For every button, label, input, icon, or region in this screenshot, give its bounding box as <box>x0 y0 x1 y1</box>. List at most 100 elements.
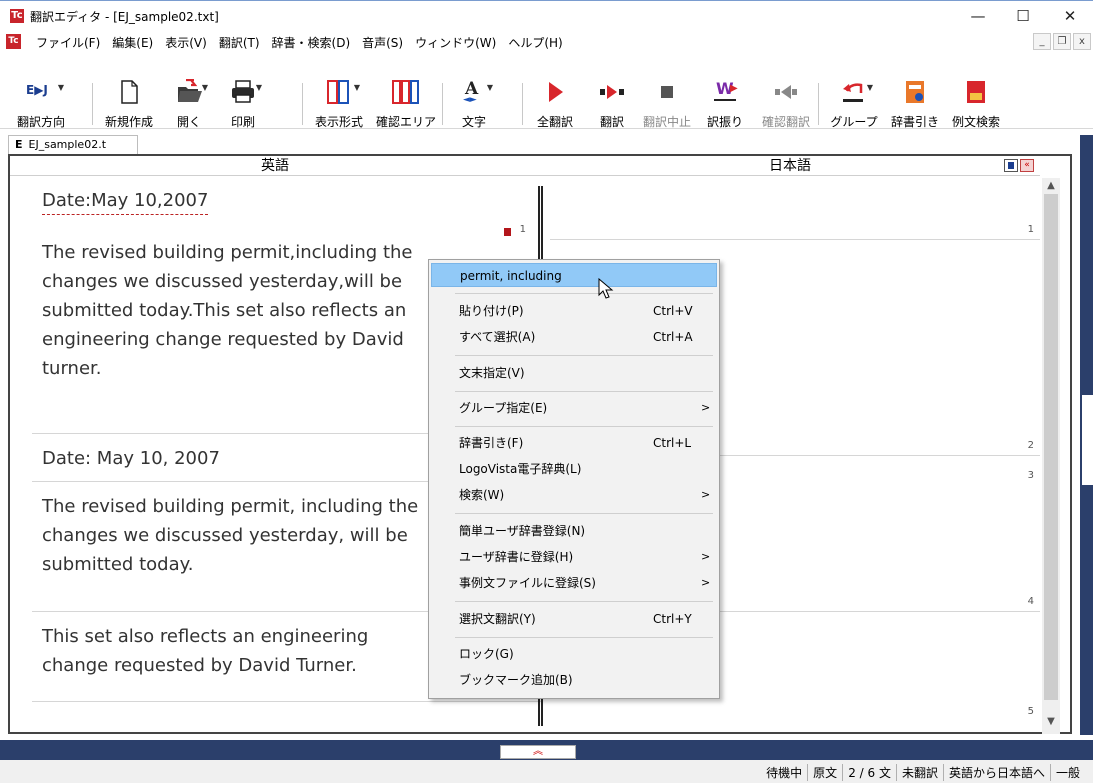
close-button[interactable]: ✕ <box>1047 1 1093 32</box>
menu-file[interactable]: ファイル(F) <box>30 34 106 51</box>
expand-panel-icon[interactable]: ︽ <box>500 745 576 759</box>
menu-view[interactable]: 表示(V) <box>159 34 213 51</box>
collapse-left-icon[interactable]: « <box>1020 159 1034 172</box>
confirm-area-label: 確認エリア <box>375 115 436 129</box>
print-label: 印刷 <box>230 115 255 129</box>
segment-number: 4 <box>1027 596 1034 607</box>
confirm-area-button[interactable]: 確認エリア <box>374 79 438 129</box>
stop-button[interactable]: 翻訳中止 <box>636 79 698 129</box>
mdi-restore-button[interactable]: ❐ <box>1053 33 1071 50</box>
segment-number: 1 <box>1027 224 1034 235</box>
menu-item-selection-text[interactable]: permit, including <box>431 263 717 287</box>
menu-item-translate-selected[interactable]: 選択文翻訳(Y) Ctrl+Y <box>431 607 717 631</box>
target-row-1[interactable]: 1 <box>550 178 1040 240</box>
document-icon[interactable]: Tc <box>6 34 21 49</box>
translate-label: 翻訳 <box>599 115 624 129</box>
submenu-arrow-icon: > <box>701 401 711 414</box>
translate-all-button[interactable]: 全翻訳 <box>528 79 582 129</box>
group-button[interactable]: ▼ グループ <box>824 79 884 129</box>
font-icon: A ◄► ▼ <box>463 79 493 105</box>
segment-1[interactable]: Date:May 10,2007 <box>32 186 542 220</box>
confirm-translation-button[interactable]: 確認翻訳 <box>756 79 816 129</box>
menu-help[interactable]: ヘルプ(H) <box>502 34 568 51</box>
menu-bar: Tc ファイル(F) 編集(E) 表示(V) 翻訳(T) 辞書・検索(D) 音声… <box>0 31 1093 53</box>
scrollbar-thumb[interactable] <box>1044 194 1058 700</box>
menu-item-simple-user-dict[interactable]: 簡単ユーザ辞書登録(N) <box>431 519 717 543</box>
stop-label: 翻訳中止 <box>642 115 691 129</box>
pane-toggle-icon[interactable] <box>1004 159 1018 172</box>
vertical-scrollbar[interactable]: ▲ ▼ <box>1042 178 1060 734</box>
menu-item-group-assign[interactable]: グループ指定(E) > <box>431 396 717 420</box>
print-button[interactable]: ▼ 印刷 <box>218 79 268 129</box>
open-folder-icon: ▼ <box>174 78 208 105</box>
menu-item-sentence-end[interactable]: 文末指定(V) <box>431 361 717 385</box>
menu-item-search[interactable]: 検索(W) > <box>431 483 717 507</box>
status-source: 原文 <box>807 764 842 781</box>
confirm-translation-icon <box>771 79 801 105</box>
tab-filename: EJ_sample02.t <box>28 138 107 151</box>
open-button[interactable]: ▼ 開く <box>164 78 214 129</box>
menu-translate[interactable]: 翻訳(T) <box>213 34 266 51</box>
menu-edit[interactable]: 編集(E) <box>106 34 159 51</box>
segment-line: Date:May 10,2007 <box>42 188 209 215</box>
scroll-up-icon[interactable]: ▲ <box>1042 180 1060 191</box>
context-menu: permit, including 貼り付け(P) Ctrl+V すべて選択(A)… <box>428 259 720 699</box>
example-search-icon <box>961 79 991 105</box>
tab-letter: E <box>15 138 23 151</box>
font-button[interactable]: A ◄► ▼ 文字 <box>448 79 500 129</box>
new-button[interactable]: 新規作成 <box>96 79 162 129</box>
scroll-down-icon[interactable]: ▼ <box>1042 716 1060 727</box>
status-field: 一般 <box>1049 764 1085 781</box>
menu-item-select-all[interactable]: すべて選択(A) Ctrl+A <box>431 325 717 349</box>
document-tab[interactable]: E EJ_sample02.t <box>8 135 138 154</box>
error-flag-icon <box>504 228 511 236</box>
dictionary-button[interactable]: 辞書引き <box>886 79 944 129</box>
assign-icon: W ▶ <box>710 79 740 105</box>
font-label: 文字 <box>461 115 486 129</box>
toolbar: E▶J ▼ 翻訳方向 新規作成 ▼ 開く ▼ 印刷 ▼ 表示形式 確認エリア A… <box>0 53 1093 129</box>
submenu-arrow-icon: > <box>701 576 711 589</box>
menu-item-dictionary-lookup[interactable]: 辞書引き(F) Ctrl+L <box>431 431 717 455</box>
assign-label: 訳振り <box>706 115 743 129</box>
translate-button[interactable]: 翻訳 <box>590 79 634 129</box>
maximize-button[interactable]: ☐ <box>1000 1 1046 32</box>
menu-item-bookmark[interactable]: ブックマーク追加(B) <box>431 668 717 692</box>
menu-voice[interactable]: 音声(S) <box>356 34 409 51</box>
status-position: 2 / 6 文 <box>842 764 896 781</box>
assign-button[interactable]: W ▶ 訳振り <box>700 79 750 129</box>
menu-item-lock[interactable]: ロック(G) <box>431 642 717 666</box>
menu-item-register-example[interactable]: 事例文ファイルに登録(S) > <box>431 571 717 595</box>
mouse-cursor-icon <box>598 278 614 299</box>
menu-dictionary[interactable]: 辞書・検索(D) <box>266 34 357 51</box>
dictionary-icon <box>900 79 930 105</box>
target-column-header: 日本語 <box>540 156 1040 176</box>
status-bar: 待機中 原文 2 / 6 文 未翻訳 英語から日本語へ 一般 <box>0 760 1093 783</box>
menu-window[interactable]: ウィンドウ(W) <box>409 34 502 51</box>
menu-item-register-user-dict[interactable]: ユーザ辞書に登録(H) > <box>431 545 717 569</box>
minimize-button[interactable]: — <box>955 1 1001 32</box>
status-state: 待機中 <box>766 766 803 780</box>
confirm-translation-label: 確認翻訳 <box>761 115 810 129</box>
translate-all-label: 全翻訳 <box>536 115 573 129</box>
status-translated: 未翻訳 <box>895 764 943 781</box>
new-document-icon <box>114 79 144 105</box>
mdi-close-button[interactable]: x <box>1073 33 1091 50</box>
menu-item-logovista[interactable]: LogoVista電子辞典(L) <box>431 457 717 481</box>
translate-step-icon <box>597 79 627 105</box>
title-bar: Tc 翻訳エディタ - [EJ_sample02.txt] — ☐ ✕ <box>0 0 1093 31</box>
direction-label: 翻訳方向 <box>16 115 65 129</box>
submenu-arrow-icon: > <box>701 550 711 563</box>
segment-number: 1 <box>519 224 526 235</box>
menu-item-paste[interactable]: 貼り付け(P) Ctrl+V <box>431 299 717 323</box>
submenu-arrow-icon: > <box>701 488 711 501</box>
display-format-button[interactable]: ▼ 表示形式 <box>306 79 372 129</box>
direction-button[interactable]: E▶J ▼ 翻訳方向 <box>6 79 76 129</box>
display-format-icon: ▼ <box>324 79 360 105</box>
window-title: 翻訳エディタ - [EJ_sample02.txt] <box>30 10 219 24</box>
example-search-button[interactable]: 例文検索 <box>944 79 1008 129</box>
printer-icon: ▼ <box>228 79 262 105</box>
mdi-minimize-button[interactable]: _ <box>1033 33 1051 50</box>
new-label: 新規作成 <box>104 115 153 129</box>
bottom-splitter[interactable]: ︽ <box>0 740 1093 760</box>
display-format-label: 表示形式 <box>314 115 363 129</box>
